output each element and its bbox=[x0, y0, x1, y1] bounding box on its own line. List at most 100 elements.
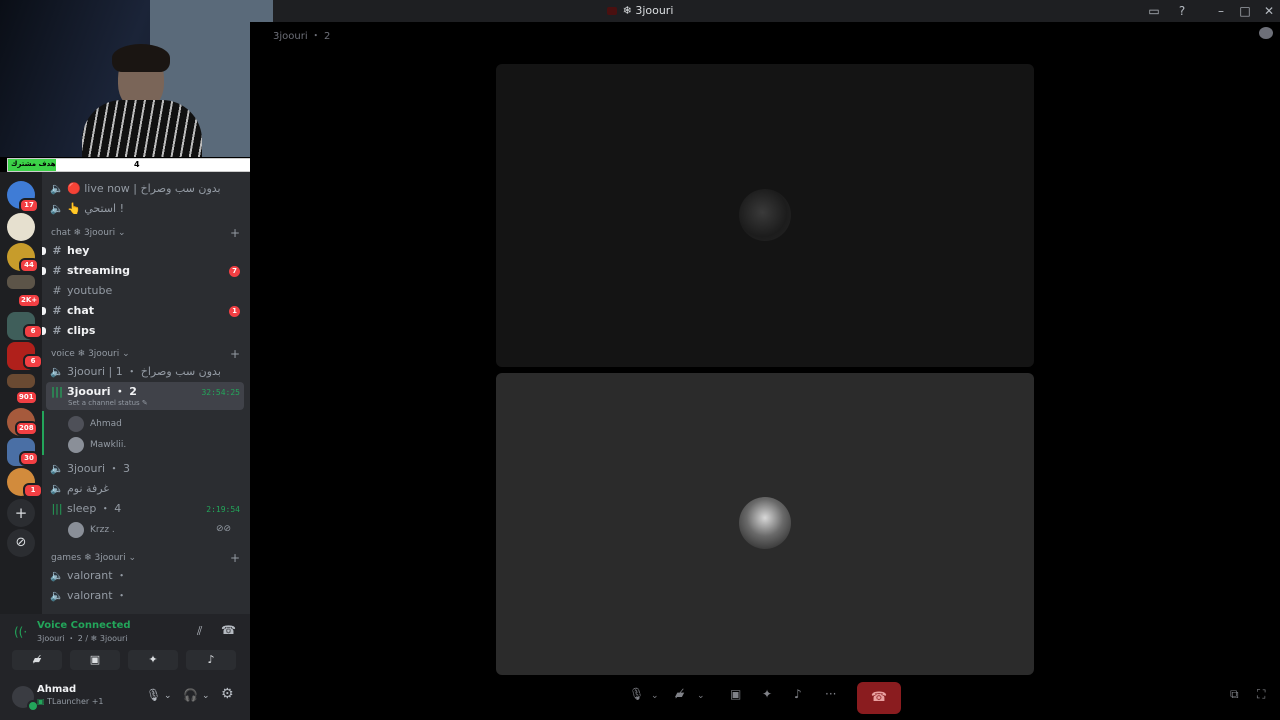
voice-connected-title[interactable]: Voice Connected bbox=[37, 620, 131, 631]
category-voice[interactable]: voice ❄ 3joouri ⌄ bbox=[51, 349, 130, 359]
screen-share-button[interactable]: ▣ bbox=[70, 650, 120, 670]
close-button[interactable]: ✕ bbox=[1257, 0, 1280, 22]
text-channel-clips[interactable]: # clips bbox=[50, 321, 246, 341]
call-timer: 2:19:54 bbox=[206, 505, 240, 514]
text-channel-chat[interactable]: # chat bbox=[50, 301, 246, 321]
hash-icon: # bbox=[52, 264, 62, 277]
category-label: games ❄ 3joouri bbox=[51, 553, 126, 563]
category-label: chat ❄ 3joouri bbox=[51, 228, 116, 238]
headphones-icon[interactable]: 🎧 bbox=[183, 688, 198, 702]
text-channel-hey[interactable]: # hey bbox=[50, 241, 246, 261]
gear-icon[interactable]: ⚙ bbox=[221, 686, 234, 702]
server-folder[interactable]: 2K+ bbox=[7, 275, 42, 308]
avatar bbox=[68, 521, 84, 538]
server-icon[interactable]: 17 bbox=[7, 181, 39, 213]
activity-text: TLauncher +1 bbox=[47, 697, 104, 706]
channel-name: 3joouri | 1 ・ بدون سب وصراخ bbox=[67, 365, 221, 378]
voice-connected-subtitle[interactable]: 3joouri ・ 2 / ❄ 3joouri bbox=[37, 633, 128, 644]
voice-user[interactable]: Krzz . bbox=[68, 520, 115, 540]
maximize-button[interactable]: □ bbox=[1233, 0, 1257, 22]
activities-icon[interactable]: ✦ bbox=[762, 687, 772, 701]
channel-name: غرفة نوم bbox=[67, 482, 110, 495]
camera-off-button[interactable]: ▰̸ bbox=[12, 650, 62, 670]
create-channel-icon[interactable]: + bbox=[230, 226, 240, 240]
fullscreen-icon[interactable]: ⛶ bbox=[1257, 687, 1265, 702]
create-channel-icon[interactable]: + bbox=[230, 347, 240, 361]
chat-bubble-icon[interactable] bbox=[1259, 27, 1273, 39]
goal-current: 4 bbox=[134, 160, 140, 169]
disconnect-button[interactable]: ☎ bbox=[857, 682, 901, 714]
server-folder[interactable]: 901 bbox=[7, 374, 38, 405]
channel-emoji: 🔴 bbox=[67, 182, 81, 195]
voice-channel[interactable]: 🔈 3joouri | 1 ・ بدون سب وصراخ bbox=[50, 362, 246, 382]
activities-button[interactable]: ✦ bbox=[128, 650, 178, 670]
text-channel-streaming[interactable]: # streaming bbox=[50, 261, 246, 281]
voice-channel[interactable]: 🔈 🔴 live now | بدون سب وصراخ bbox=[50, 179, 246, 199]
hash-icon: # bbox=[52, 324, 62, 337]
help-icon[interactable]: ? bbox=[1170, 0, 1194, 22]
voice-channel[interactable]: 🔈 غرفة نوم bbox=[50, 479, 246, 499]
speaker-icon: 🔈 bbox=[50, 569, 64, 582]
server-icon[interactable] bbox=[7, 213, 35, 241]
screen-share-icon[interactable]: ▣ bbox=[730, 687, 741, 701]
channel-name: streaming bbox=[67, 264, 131, 277]
goal-label: هدف مشترك bbox=[11, 160, 56, 168]
game-controller-icon: ▣ bbox=[37, 697, 45, 706]
server-icon[interactable]: 6 bbox=[7, 312, 43, 340]
user-name[interactable]: Ahmad bbox=[37, 684, 76, 695]
text-channel-youtube[interactable]: # youtube bbox=[50, 281, 246, 301]
webcam-overlay bbox=[0, 0, 273, 157]
channel-name: hey bbox=[67, 244, 90, 257]
avatar bbox=[68, 436, 84, 453]
voice-connector-line bbox=[42, 411, 44, 455]
noise-suppression-icon[interactable]: ⫽ bbox=[197, 624, 202, 639]
speaker-icon: 🔈 bbox=[50, 482, 64, 495]
minimize-button[interactable]: – bbox=[1209, 0, 1233, 22]
channel-name: clips bbox=[67, 324, 96, 337]
voice-channel[interactable]: 🔈 valorant ・ bbox=[50, 586, 246, 606]
user-name: Ahmad bbox=[90, 419, 122, 429]
camera-off-icon[interactable]: ▰̸ bbox=[675, 687, 684, 701]
voice-user[interactable]: Ahmad bbox=[68, 414, 122, 434]
soundboard-icon[interactable]: ♪ bbox=[794, 687, 802, 701]
microphone-icon[interactable]: 🎙 bbox=[629, 687, 644, 701]
chevron-down-icon[interactable]: ⌄ bbox=[697, 691, 705, 701]
voice-user[interactable]: Mawklii. bbox=[68, 435, 126, 455]
speaker-icon: 🔈 bbox=[50, 365, 64, 378]
microphone-icon[interactable]: 🎙 bbox=[146, 688, 161, 702]
server-icon[interactable]: 1 bbox=[7, 468, 43, 498]
screen-share-indicator-icon[interactable]: ▭ bbox=[1142, 0, 1166, 22]
server-icon[interactable]: 44 bbox=[7, 243, 39, 273]
muted-icon: ⊘⊘ bbox=[216, 524, 232, 534]
call-header: 3joouri ・ 2 bbox=[273, 31, 331, 42]
voice-activity-icon: ||| bbox=[50, 385, 64, 398]
server-icon[interactable]: 30 bbox=[7, 438, 39, 466]
voice-channel[interactable]: 🔈 👆 استحي ! bbox=[50, 199, 246, 219]
server-icon[interactable]: 208 bbox=[7, 408, 38, 436]
category-chat[interactable]: chat ❄ 3joouri ⌄ bbox=[51, 228, 126, 238]
add-server-icon[interactable]: + bbox=[7, 499, 35, 527]
soundboard-button[interactable]: ♪ bbox=[186, 650, 236, 670]
status-text: Set a channel status bbox=[68, 399, 140, 407]
channel-name: valorant ・ bbox=[67, 589, 128, 602]
voice-channel[interactable]: ||| sleep ・ 4 bbox=[50, 499, 190, 519]
create-channel-icon[interactable]: + bbox=[230, 551, 240, 565]
voice-channel[interactable]: 🔈 3joouri ・ 3 bbox=[50, 459, 246, 479]
category-games[interactable]: games ❄ 3joouri ⌄ bbox=[51, 553, 136, 563]
pop-out-icon[interactable]: ⧉ bbox=[1230, 687, 1239, 702]
channel-name: live now | بدون سب وصراخ bbox=[84, 182, 221, 195]
more-options-icon[interactable]: ··· bbox=[825, 687, 836, 701]
signal-icon[interactable]: ((· bbox=[14, 625, 27, 639]
chevron-down-icon[interactable]: ⌄ bbox=[651, 691, 659, 701]
participant-avatar bbox=[739, 189, 791, 241]
chevron-down-icon[interactable]: ⌄ bbox=[202, 691, 210, 701]
participant-avatar bbox=[739, 497, 791, 549]
set-channel-status[interactable]: Set a channel status ✎ bbox=[68, 399, 148, 407]
mention-badge: 7 bbox=[229, 266, 240, 277]
chevron-down-icon[interactable]: ⌄ bbox=[164, 691, 172, 701]
explore-icon[interactable]: ⊘ bbox=[7, 529, 35, 557]
server-icon[interactable]: 6 bbox=[7, 342, 43, 370]
voice-channel[interactable]: 🔈 valorant ・ bbox=[50, 566, 246, 586]
disconnect-icon[interactable]: ☎ bbox=[221, 623, 236, 637]
channel-name: sleep ・ 4 bbox=[67, 502, 122, 515]
